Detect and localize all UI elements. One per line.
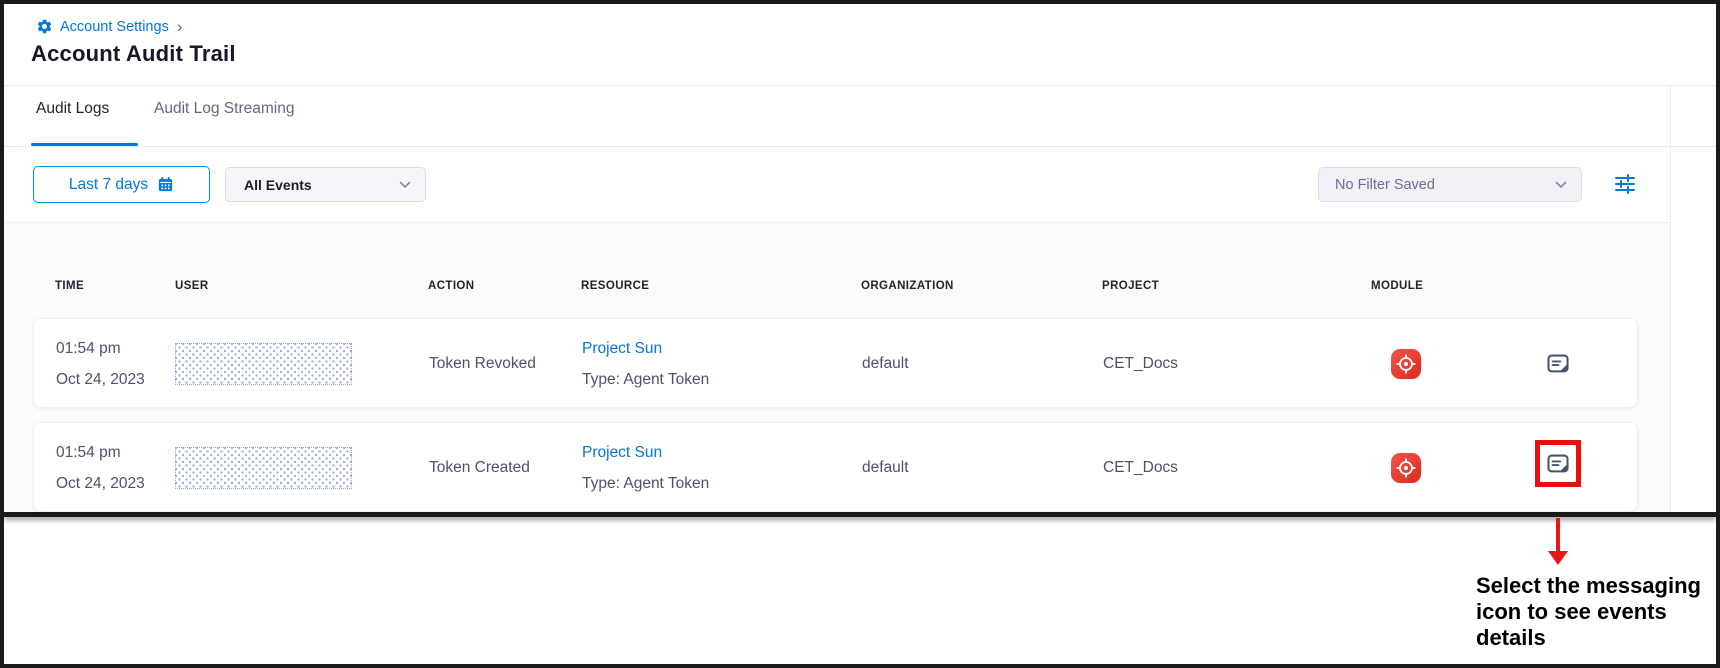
column-header-action: ACTION xyxy=(428,280,474,292)
calendar-icon xyxy=(157,176,174,193)
row-date: Oct 24, 2023 xyxy=(56,369,145,390)
redacted-user-avatar xyxy=(175,343,352,385)
tabbar-border xyxy=(4,146,1716,147)
event-details-message-button[interactable] xyxy=(1545,451,1571,477)
event-details-message-button[interactable] xyxy=(1545,351,1571,377)
annotation-text: Select the messaging icon to see events … xyxy=(1476,573,1701,651)
column-header-organization: ORGANIZATION xyxy=(861,280,954,292)
chevron-down-icon xyxy=(1555,181,1567,189)
redacted-user-avatar xyxy=(175,447,352,489)
resource-link[interactable]: Project Sun xyxy=(582,442,662,463)
resource-link[interactable]: Project Sun xyxy=(582,338,662,359)
header-divider xyxy=(4,85,1716,86)
content-right-divider xyxy=(1670,85,1671,512)
resource-type: Type: Agent Token xyxy=(582,369,709,390)
date-range-button[interactable]: Last 7 days xyxy=(33,166,210,203)
annotation-line: icon to see events xyxy=(1476,599,1701,625)
cet-module-icon xyxy=(1391,349,1421,379)
date-range-label: Last 7 days xyxy=(69,176,148,194)
chevron-down-icon xyxy=(399,181,411,189)
row-date: Oct 24, 2023 xyxy=(56,473,145,494)
column-header-user: USER xyxy=(175,280,209,292)
annotation-highlight-box xyxy=(1535,440,1581,487)
filter-sliders-button[interactable] xyxy=(1613,172,1637,196)
annotation-arrow xyxy=(1556,518,1560,552)
breadcrumb-account-settings[interactable]: Account Settings xyxy=(60,19,169,35)
cet-module-icon xyxy=(1391,453,1421,483)
annotation-line: Select the messaging xyxy=(1476,573,1701,599)
column-header-time: TIME xyxy=(55,280,84,292)
saved-filter-select[interactable]: No Filter Saved xyxy=(1318,167,1582,202)
saved-filter-value: No Filter Saved xyxy=(1319,177,1435,193)
row-action: Token Created xyxy=(429,457,530,478)
column-header-resource: RESOURCE xyxy=(581,280,649,292)
annotation-arrowhead-icon xyxy=(1548,551,1568,565)
row-time: 01:54 pm xyxy=(56,338,121,359)
column-header-project: PROJECT xyxy=(1102,280,1159,292)
screenshot-frame: Account Settings › Account Audit Trail A… xyxy=(0,0,1720,668)
breadcrumb-chevron-icon: › xyxy=(177,20,183,34)
breadcrumb[interactable]: Account Settings › xyxy=(36,18,183,35)
row-time: 01:54 pm xyxy=(56,442,121,463)
tab-audit-log-streaming[interactable]: Audit Log Streaming xyxy=(154,100,294,118)
tab-audit-logs[interactable]: Audit Logs xyxy=(36,100,109,118)
event-type-select[interactable]: All Events xyxy=(225,167,426,202)
resource-type: Type: Agent Token xyxy=(582,473,709,494)
row-action: Token Revoked xyxy=(429,353,536,374)
row-project: CET_Docs xyxy=(1103,353,1178,374)
table-row: 01:54 pm Oct 24, 2023 Token Created Proj… xyxy=(33,422,1638,512)
sliders-icon xyxy=(1613,172,1637,196)
gear-icon xyxy=(36,18,53,35)
audit-trail-app-window: Account Settings › Account Audit Trail A… xyxy=(4,4,1716,517)
row-organization: default xyxy=(862,353,909,374)
row-organization: default xyxy=(862,457,909,478)
page-title: Account Audit Trail xyxy=(31,41,236,67)
table-row: 01:54 pm Oct 24, 2023 Token Revoked Proj… xyxy=(33,318,1638,408)
row-project: CET_Docs xyxy=(1103,457,1178,478)
column-header-module: MODULE xyxy=(1371,280,1423,292)
event-type-value: All Events xyxy=(226,177,312,193)
annotation-line: details xyxy=(1476,625,1701,651)
